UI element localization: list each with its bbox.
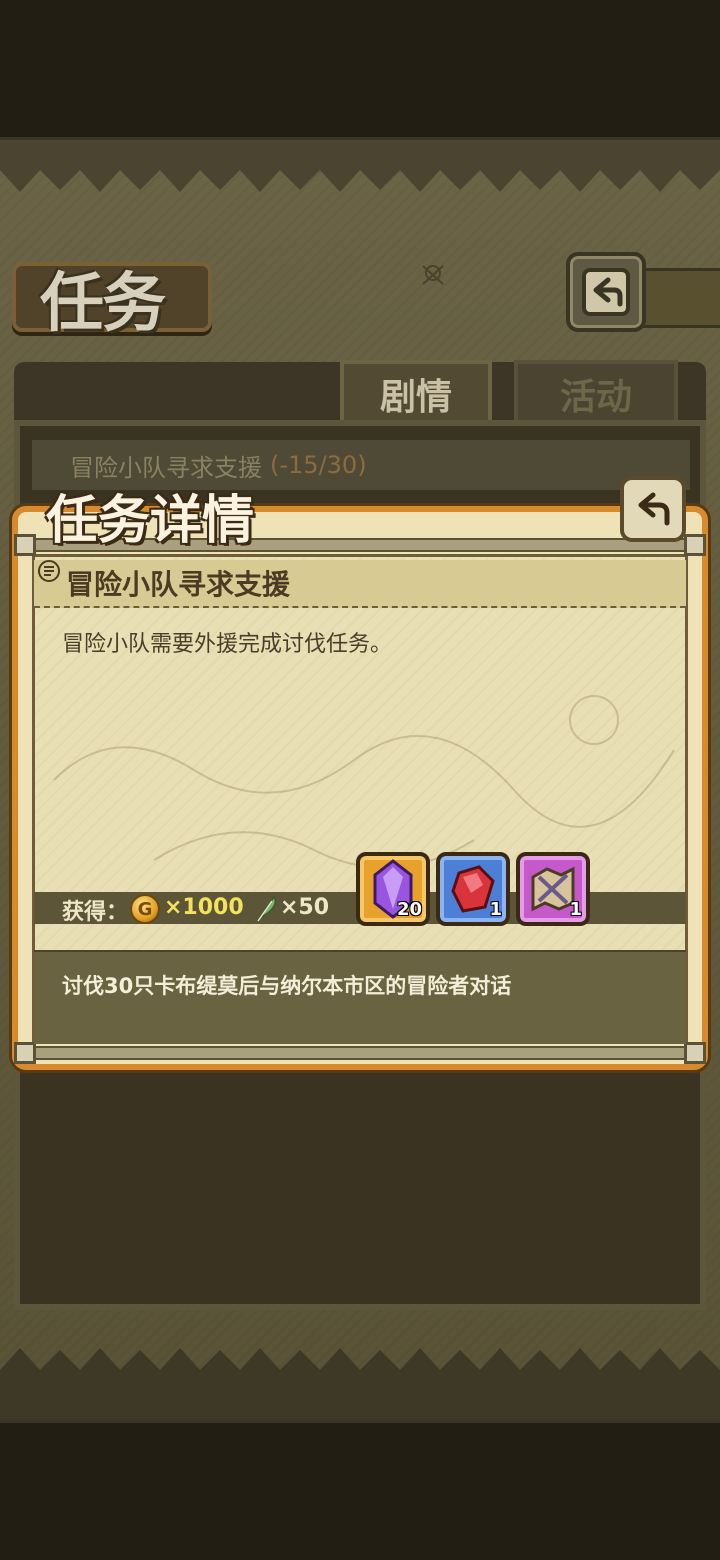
quest-scroll-icon — [38, 560, 60, 582]
page-title: 任务 — [40, 266, 166, 341]
zigzag-border-bottom — [0, 1348, 720, 1420]
item-count: 1 — [569, 899, 582, 920]
frame-cap — [14, 534, 36, 556]
zigzag-border-top — [0, 140, 720, 192]
frame-rail-bottom — [28, 1046, 692, 1060]
modal-close-button[interactable] — [620, 476, 686, 542]
frame-cap — [684, 1042, 706, 1064]
top-bar — [0, 0, 720, 140]
tab-event[interactable]: 活动 — [514, 360, 678, 424]
quest-objective: 讨伐30只卡布缇莫后与纳尔本市区的冒险者对话 — [62, 974, 512, 998]
feather-icon — [257, 895, 277, 922]
frame-cap — [14, 1042, 36, 1064]
gold-amount: ×1000 — [164, 895, 244, 920]
gold-coin-icon: G — [130, 894, 160, 924]
return-arrow-icon — [582, 268, 630, 316]
reward-item-red-gem[interactable]: 1 — [436, 852, 510, 926]
reward-item-treasure-map[interactable]: 1 — [516, 852, 590, 926]
back-button[interactable] — [566, 252, 646, 332]
quest-description: 冒险小队需要外援完成讨伐任务。 — [62, 632, 393, 657]
item-count: 20 — [396, 899, 422, 920]
tab-story[interactable]: 剧情 — [340, 360, 492, 424]
item-count: 1 — [489, 899, 502, 920]
quest-header: 冒险小队寻求支援 — [34, 560, 686, 608]
modal-title: 任务详情 — [46, 490, 255, 551]
quest-name: 冒险小队寻求支援 — [66, 568, 291, 601]
skull-icon — [422, 265, 444, 285]
list-item-progress: (-15/30) — [270, 451, 367, 479]
frame-cap — [684, 534, 706, 556]
back-button-tail — [640, 268, 720, 328]
reward-label: 获得： — [62, 900, 129, 925]
feather-amount: ×50 — [280, 895, 330, 920]
return-arrow-icon — [638, 492, 670, 526]
reward-item-purple-crystal[interactable]: 20 — [356, 852, 430, 926]
bottom-bar — [0, 1420, 720, 1560]
